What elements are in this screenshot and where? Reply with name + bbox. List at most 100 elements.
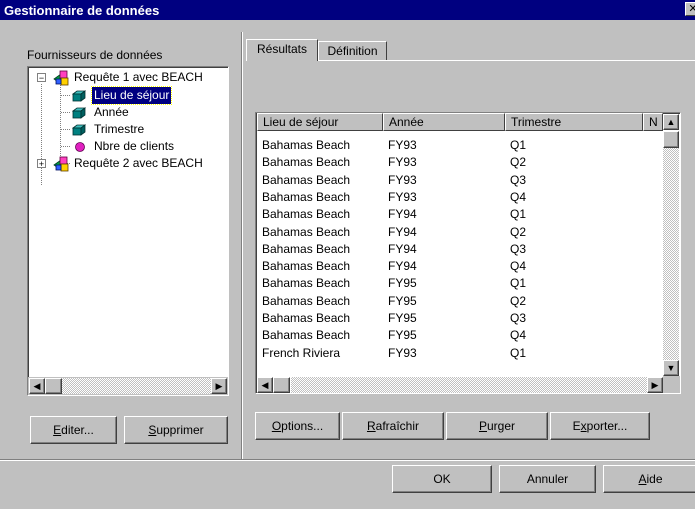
- tree-item-label: Requête 1 avec BEACH: [74, 70, 203, 84]
- scroll-left-icon[interactable]: ◀: [257, 377, 273, 393]
- table-cell: Bahamas Beach: [262, 172, 351, 187]
- tree-item-query-2[interactable]: + Requête 2 avec BEACH: [28, 155, 228, 172]
- table-cell: Bahamas Beach: [262, 328, 351, 343]
- table-cell: Bahamas Beach: [262, 189, 351, 204]
- table-cell: Bahamas Beach: [262, 155, 351, 170]
- tree-hscrollbar[interactable]: ◀ ▶: [28, 377, 228, 395]
- scroll-left-icon[interactable]: ◀: [29, 378, 45, 394]
- tree-item-label: Lieu de séjour: [90, 86, 173, 105]
- table-row[interactable]: Bahamas Beach FY93 Q1: [256, 137, 661, 153]
- table-row[interactable]: Bahamas Beach FY95 Q3: [256, 310, 661, 326]
- ok-button[interactable]: OK: [392, 465, 492, 493]
- tree-item-trimestre[interactable]: Trimestre: [28, 121, 228, 138]
- table-row[interactable]: Bahamas Beach FY94 Q1: [256, 206, 661, 222]
- table-row[interactable]: Bahamas Beach FY94 Q2: [256, 224, 661, 240]
- help-button[interactable]: Aide: [603, 465, 695, 493]
- title-bar: Gestionnaire de données ✕: [0, 0, 695, 20]
- purge-label: Purger: [478, 419, 516, 433]
- tree-item-nbre-de-clients[interactable]: Nbre de clients: [28, 138, 228, 155]
- table-row[interactable]: Bahamas Beach FY93 Q4: [256, 189, 661, 205]
- tree-item-label: Nbre de clients: [94, 139, 175, 153]
- results-vscrollbar[interactable]: ▲ ▼: [662, 114, 680, 376]
- providers-tree[interactable]: − Requête 1 avec BEACH Lieu de séjour An…: [27, 66, 229, 396]
- table-cell: Bahamas Beach: [262, 241, 351, 256]
- table-row[interactable]: French Riviera FY93 Q1: [256, 345, 661, 361]
- column-header-lieu[interactable]: Lieu de séjour: [257, 113, 383, 131]
- tab-resultats[interactable]: Résultats: [246, 39, 318, 61]
- table-row[interactable]: Bahamas Beach FY94 Q4: [256, 258, 661, 274]
- table-row[interactable]: Bahamas Beach FY95 Q4: [256, 327, 661, 343]
- table-row[interactable]: Bahamas Beach FY93 Q3: [256, 172, 661, 188]
- tab-panel-top-edge: [318, 60, 695, 61]
- purge-button[interactable]: Purger: [446, 412, 548, 440]
- tree-item-label: Année: [94, 105, 129, 119]
- table-row[interactable]: Bahamas Beach FY95 Q2: [256, 293, 661, 309]
- refresh-button[interactable]: Rafraîchir: [342, 412, 444, 440]
- tree-item-lieu-de-sejour[interactable]: Lieu de séjour: [28, 86, 228, 105]
- export-button[interactable]: Exporter...: [550, 412, 650, 440]
- options-label: ptions...: [281, 419, 324, 433]
- table-cell: Q3: [510, 241, 527, 256]
- scroll-thumb[interactable]: [273, 377, 290, 393]
- table-cell: Bahamas Beach: [262, 259, 351, 274]
- table-cell: Q1: [510, 207, 527, 222]
- table-row[interactable]: Bahamas Beach FY93 Q2: [256, 154, 661, 170]
- table-cell: Bahamas Beach: [262, 207, 351, 222]
- table-cell: Q2: [510, 293, 527, 308]
- scroll-up-icon[interactable]: ▲: [663, 114, 679, 130]
- close-icon[interactable]: ✕: [685, 2, 695, 16]
- table-cell: FY93: [388, 189, 417, 204]
- edit-mnemonic: E: [53, 423, 62, 437]
- table-cell: Q4: [510, 189, 527, 204]
- table-cell: FY95: [388, 276, 417, 291]
- tree-item-query-1[interactable]: − Requête 1 avec BEACH: [28, 69, 228, 86]
- query-cube-icon: [53, 70, 69, 86]
- delete-label: upprimer: [156, 423, 204, 437]
- table-cell: French Riviera: [262, 345, 341, 360]
- table-cell: Q3: [510, 172, 527, 187]
- delete-button[interactable]: Supprimer: [124, 416, 228, 444]
- table-cell: Bahamas Beach: [262, 276, 351, 291]
- scroll-thumb[interactable]: [45, 378, 62, 394]
- results-hscrollbar[interactable]: ◀ ▶: [257, 376, 663, 393]
- edit-label: diter...: [61, 423, 94, 437]
- table-cell: FY93: [388, 172, 417, 187]
- table-cell: FY95: [388, 328, 417, 343]
- table-cell: FY93: [388, 155, 417, 170]
- column-header-annee[interactable]: Année: [383, 113, 505, 131]
- column-header-n[interactable]: N: [643, 113, 663, 131]
- query-cube-icon: [53, 156, 69, 172]
- scroll-right-icon[interactable]: ▶: [211, 378, 227, 394]
- ok-label: OK: [433, 472, 451, 486]
- table-row[interactable]: Bahamas Beach FY94 Q3: [256, 241, 661, 257]
- expand-icon[interactable]: +: [37, 159, 46, 169]
- column-header-trimestre[interactable]: Trimestre: [505, 113, 643, 131]
- table-cell: Q3: [510, 311, 527, 325]
- table-cell: Q1: [510, 276, 527, 291]
- window-title: Gestionnaire de données: [4, 3, 160, 18]
- scroll-thumb[interactable]: [663, 131, 679, 148]
- options-button[interactable]: Options...: [255, 412, 340, 440]
- collapse-icon[interactable]: −: [37, 73, 46, 83]
- cancel-button[interactable]: Annuler: [499, 465, 596, 493]
- tree-item-annee[interactable]: Année: [28, 104, 228, 121]
- tab-definition[interactable]: Définition: [318, 41, 387, 61]
- tab-label: Définition: [327, 44, 378, 58]
- scroll-down-icon[interactable]: ▼: [663, 360, 679, 376]
- table-cell: FY94: [388, 241, 417, 256]
- refresh-label: afraîchir: [375, 419, 420, 433]
- scroll-right-icon[interactable]: ▶: [647, 377, 663, 393]
- cancel-label: Annuler: [526, 472, 569, 486]
- table-cell: FY95: [388, 293, 417, 308]
- edit-button[interactable]: Editer...: [30, 416, 117, 444]
- table-cell: Bahamas Beach: [262, 293, 351, 308]
- table-cell: Q4: [510, 259, 527, 274]
- scroll-corner: [663, 376, 680, 393]
- table-cell: Bahamas Beach: [262, 311, 351, 325]
- table-cell: Q4: [510, 328, 527, 343]
- table-cell: FY95: [388, 311, 417, 325]
- table-cell: FY93: [388, 345, 417, 360]
- table-row[interactable]: Bahamas Beach FY95 Q1: [256, 275, 661, 291]
- tree-item-label: Trimestre: [94, 122, 145, 136]
- results-grid[interactable]: Lieu de séjour Année Trimestre N Bahamas…: [255, 112, 681, 394]
